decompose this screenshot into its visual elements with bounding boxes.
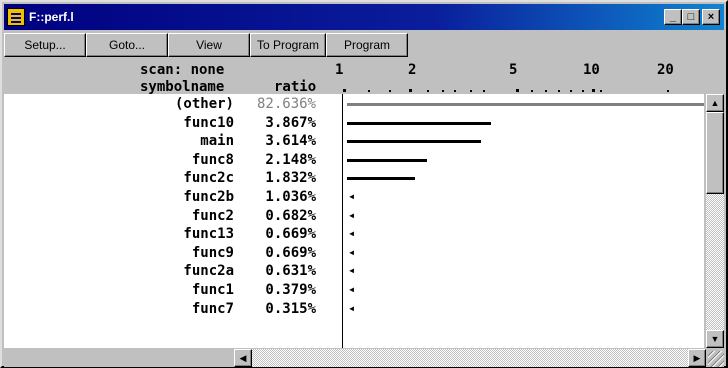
- scale-tick-mark: [600, 90, 602, 92]
- ratio-bar: [347, 140, 481, 144]
- scale-tick-mark: [516, 89, 519, 92]
- symbol-name: func13: [183, 226, 234, 243]
- ratio-value: 2.148%: [265, 151, 316, 168]
- program-button[interactable]: Program: [326, 33, 408, 57]
- scale-tick-mark: [545, 90, 547, 92]
- scale-tick-mark: [389, 90, 391, 92]
- toolbar: Setup... Goto... View To Program Program: [4, 33, 724, 59]
- ratio-bar: [347, 103, 704, 106]
- scale-tick-mark: [442, 90, 444, 92]
- list-item[interactable]: func7 0.315% ◂: [4, 301, 704, 319]
- ratio-bar: [347, 177, 415, 181]
- scroll-right-arrow-icon[interactable]: ▶: [688, 349, 706, 367]
- ratio-value: 0.669%: [265, 244, 316, 261]
- symbol-name: func2a: [183, 263, 234, 280]
- list-item[interactable]: func13 0.669% ◂: [4, 226, 704, 244]
- scale-tick-mark: [368, 90, 370, 92]
- small-value-arrow-icon: ◂: [348, 189, 356, 203]
- ratio-value: 1.832%: [265, 170, 316, 187]
- minimize-button[interactable]: _: [664, 9, 682, 25]
- scale-tick-mark: [483, 90, 485, 92]
- column-symbolname: symbolname: [140, 79, 225, 95]
- scale-tick-mark: [531, 90, 533, 92]
- scroll-down-arrow-icon[interactable]: ▼: [706, 330, 724, 348]
- view-button[interactable]: View: [168, 33, 250, 57]
- symbol-name: func10: [183, 114, 234, 131]
- ratio-value: 0.379%: [265, 282, 316, 298]
- scale-tick-mark: [667, 90, 669, 92]
- vertical-scroll-thumb[interactable]: [706, 112, 724, 194]
- goto-button[interactable]: Goto...: [86, 33, 168, 57]
- symbol-name: func2: [191, 207, 234, 224]
- symbol-name: func9: [191, 244, 234, 261]
- vertical-scrollbar[interactable]: ▲ ▼: [706, 94, 724, 348]
- symbol-name: main: [200, 133, 234, 150]
- small-value-arrow-icon: ◂: [348, 207, 356, 222]
- close-button[interactable]: ×: [702, 9, 720, 25]
- list-item[interactable]: main 3.614%: [4, 133, 704, 151]
- scale-tick-mark: [570, 90, 572, 92]
- scale-tick-label: 10: [583, 62, 600, 78]
- scroll-left-arrow-icon[interactable]: ◀: [234, 349, 252, 367]
- maximize-button[interactable]: □: [682, 9, 700, 25]
- scale-tick-mark: [470, 90, 472, 92]
- profile-list[interactable]: (other) 82.636% func10 3.867% main 3.614% func…: [4, 94, 704, 348]
- perf-window: F::perf.l _ □ × Setup... Goto... View To…: [0, 0, 728, 368]
- symbol-name: func8: [191, 151, 234, 168]
- scale-tick-label: 20: [657, 62, 674, 78]
- list-item[interactable]: func10 3.867%: [4, 115, 704, 133]
- scale-tick-mark: [427, 90, 429, 92]
- small-value-arrow-icon: ◂: [348, 226, 356, 241]
- small-value-arrow-icon: ◂: [348, 244, 356, 259]
- scale-tick-mark: [454, 90, 456, 92]
- scan-label: scan: none: [140, 62, 225, 78]
- title-bar[interactable]: F::perf.l _ □ ×: [4, 4, 724, 30]
- scale-tick-label: 1: [335, 62, 344, 78]
- window-title: F::perf.l: [29, 10, 74, 24]
- ratio-value: 0.682%: [265, 207, 316, 224]
- symbol-name: func7: [191, 300, 234, 317]
- symbol-name: func2c: [183, 170, 234, 187]
- status-bar: ◀ ▶: [4, 349, 724, 367]
- scale-tick-mark: [409, 89, 412, 92]
- ratio-value: 82.636%: [256, 96, 316, 112]
- ratio-value: 0.669%: [265, 226, 316, 243]
- scroll-up-arrow-icon[interactable]: ▲: [706, 94, 724, 112]
- ratio-bar: [347, 158, 427, 162]
- ratio-value: 0.631%: [265, 263, 316, 280]
- small-value-arrow-icon: ◂: [348, 300, 356, 315]
- profile-panel: scan: none symbolname ratio 1 2 5 10 20 …: [4, 60, 724, 348]
- list-item[interactable]: func2 0.682% ◂: [4, 208, 704, 226]
- symbol-name: func2b: [183, 189, 234, 205]
- scale-tick-mark: [582, 90, 584, 92]
- horizontal-scrollbar[interactable]: ◀ ▶: [234, 349, 706, 367]
- scale-tick-mark: [592, 89, 595, 92]
- ratio-value: 3.867%: [265, 114, 316, 131]
- small-value-arrow-icon: ◂: [348, 263, 356, 278]
- column-ratio: ratio: [274, 79, 317, 95]
- scale-tick-label: 2: [408, 62, 417, 78]
- resize-grip-icon[interactable]: [708, 351, 724, 367]
- scale-tick-label: 5: [509, 62, 518, 78]
- app-icon[interactable]: [7, 8, 25, 26]
- list-item[interactable]: func2a 0.631% ◂: [4, 263, 704, 281]
- small-value-arrow-icon: ◂: [348, 282, 356, 296]
- scale-tick-mark: [558, 90, 560, 92]
- list-item[interactable]: func2c 1.832%: [4, 170, 704, 188]
- list-item[interactable]: func1 0.379% ◂: [4, 282, 704, 300]
- ratio-bar: [347, 121, 491, 125]
- ratio-value: 1.036%: [265, 189, 316, 205]
- symbol-name: func1: [191, 282, 234, 298]
- list-item[interactable]: func2b 1.036% ◂: [4, 189, 704, 207]
- to-program-button[interactable]: To Program: [250, 33, 326, 57]
- setup-button[interactable]: Setup...: [4, 33, 86, 57]
- scale-tick-mark: [343, 89, 346, 92]
- ratio-value: 0.315%: [265, 300, 316, 317]
- symbol-name: (other): [174, 96, 234, 112]
- list-item[interactable]: func8 2.148%: [4, 152, 704, 170]
- list-item[interactable]: (other) 82.636%: [4, 96, 704, 114]
- list-item[interactable]: func9 0.669% ◂: [4, 245, 704, 263]
- ratio-value: 3.614%: [265, 133, 316, 150]
